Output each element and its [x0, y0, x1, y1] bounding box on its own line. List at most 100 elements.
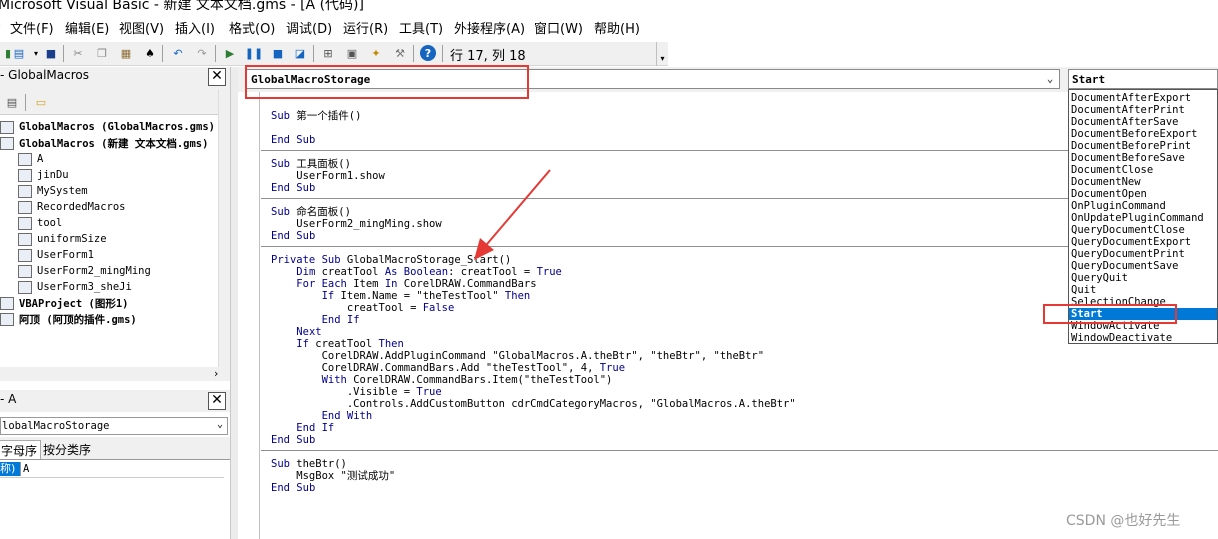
save-icon[interactable]: ■ [43, 45, 59, 61]
menu-debug[interactable]: 调试(D) [286, 18, 332, 37]
code-line[interactable]: Sub 命名面板() [271, 206, 351, 218]
property-name[interactable]: 称) [0, 462, 20, 476]
code-line[interactable]: End Sub [271, 230, 315, 242]
chevron-down-icon[interactable]: ▾ [28, 45, 44, 61]
tree-item[interactable]: GlobalMacros (GlobalMacros.gms) [0, 119, 215, 135]
chevron-right-icon[interactable]: › [214, 367, 218, 380]
tab-alphabetic[interactable]: 字母序 [0, 440, 42, 460]
procedure-list-item[interactable]: OnUpdatePluginCommand [1069, 212, 1217, 224]
tree-item[interactable]: MySystem [18, 183, 88, 199]
procedure-list-item[interactable]: DocumentBeforePrint [1069, 140, 1217, 152]
run-icon[interactable]: ▶ [222, 45, 238, 61]
code-line[interactable]: Dim creatTool As Boolean: creatTool = Tr… [271, 266, 562, 278]
code-line[interactable]: If Item.Name = "theTestTool" Then [271, 290, 531, 302]
paste-icon[interactable]: ▦ [118, 45, 134, 61]
project-explorer-icon[interactable]: ⊞ [320, 45, 336, 61]
code-line[interactable]: Next [271, 326, 321, 338]
procedure-list-item[interactable]: WindowDeactivate [1069, 332, 1217, 343]
design-mode-icon[interactable]: ◪ [292, 45, 308, 61]
undo-icon[interactable]: ↶ [170, 45, 186, 61]
code-line[interactable]: .Controls.AddCustomButton cdrCmdCategory… [271, 398, 796, 410]
menu-insert[interactable]: 插入(I) [175, 18, 215, 37]
menu-addins[interactable]: 外接程序(A) [454, 18, 525, 37]
redo-icon[interactable]: ↷ [194, 45, 210, 61]
procedure-list-item[interactable]: DocumentBeforeSave [1069, 152, 1217, 164]
copy-icon[interactable]: ❐ [94, 45, 110, 61]
project-vertical-scrollbar[interactable] [218, 89, 230, 367]
code-line[interactable]: If creatTool Then [271, 338, 404, 350]
procedure-list-item[interactable]: DocumentClose [1069, 164, 1217, 176]
code-line[interactable]: End Sub [271, 182, 315, 194]
procedure-list-item[interactable]: QueryDocumentClose [1069, 224, 1217, 236]
menu-edit[interactable]: 编辑(E) [65, 18, 109, 37]
code-line[interactable]: Sub 第一个插件() [271, 110, 361, 122]
toolbox-icon[interactable]: ⚒ [392, 45, 408, 61]
find-icon[interactable]: ♠ [142, 45, 158, 61]
procedure-select[interactable]: Start [1068, 69, 1218, 89]
code-line[interactable]: CorelDRAW.CommandBars.Add "theTestTool",… [271, 362, 625, 374]
tab-categorized[interactable]: 按分类序 [40, 440, 94, 459]
code-line[interactable]: Sub 工具面板() [271, 158, 351, 170]
cut-icon[interactable]: ✂ [70, 45, 86, 61]
procedure-list-item[interactable]: DocumentOpen [1069, 188, 1217, 200]
procedure-list-item[interactable]: DocumentBeforeExport [1069, 128, 1217, 140]
menu-view[interactable]: 视图(V) [119, 18, 164, 37]
procedure-list-item[interactable]: OnPluginCommand [1069, 200, 1217, 212]
tree-item[interactable]: uniformSize [18, 231, 107, 247]
procedure-list-item[interactable]: DocumentAfterPrint [1069, 104, 1217, 116]
tree-item[interactable]: GlobalMacros (新建 文本文档.gms) [0, 135, 208, 151]
object-browser-icon[interactable]: ✦ [368, 45, 384, 61]
view-object-icon[interactable]: ▤ [4, 94, 20, 110]
menu-help[interactable]: 帮助(H) [594, 18, 640, 37]
tree-item[interactable]: UserForm2_mingMing [18, 263, 151, 279]
pane-splitter[interactable] [230, 67, 238, 539]
code-line[interactable]: UserForm1.show [271, 170, 385, 182]
tree-item[interactable]: VBAProject (图形1) [0, 295, 129, 311]
tree-item[interactable]: RecordedMacros [18, 199, 126, 215]
tree-item[interactable]: jinDu [18, 167, 69, 183]
procedure-list-item[interactable]: DocumentAfterExport [1069, 92, 1217, 104]
tree-item[interactable]: UserForm1 [18, 247, 94, 263]
tree-item[interactable]: 阿顶 (阿顶的插件.gms) [0, 311, 137, 327]
code-line[interactable]: End If [271, 314, 360, 326]
properties-icon[interactable]: ▣ [344, 45, 360, 61]
properties-object-select[interactable]: lobalMacroStorage ⌄ [0, 417, 228, 435]
break-icon[interactable]: ❚❚ [245, 45, 263, 61]
toolbar-options[interactable]: ▾ [656, 42, 667, 66]
tree-item[interactable]: UserForm3_sheJi [18, 279, 132, 295]
reset-icon[interactable]: ■ [270, 45, 286, 61]
code-line[interactable]: CorelDRAW.AddPluginCommand "GlobalMacros… [271, 350, 765, 362]
code-line[interactable]: With CorelDRAW.CommandBars.Item("theTest… [271, 374, 613, 386]
procedure-list-item[interactable]: QueryDocumentSave [1069, 260, 1217, 272]
chevron-down-icon[interactable]: ⌄ [217, 419, 223, 430]
code-line[interactable]: UserForm2_mingMing.show [271, 218, 441, 230]
code-line[interactable]: .Visible = True [271, 386, 442, 398]
procedure-list-item[interactable]: Quit [1069, 284, 1217, 296]
procedure-list-item[interactable]: QueryDocumentExport [1069, 236, 1217, 248]
insert-userform-icon[interactable]: ▤ [11, 45, 27, 61]
code-line[interactable]: End With [271, 410, 373, 422]
procedure-list-item[interactable]: QueryDocumentPrint [1069, 248, 1217, 260]
help-icon[interactable]: ? [420, 45, 436, 61]
code-line[interactable]: MsgBox "测试成功" [271, 470, 395, 482]
menu-run[interactable]: 运行(R) [343, 18, 388, 37]
tree-item[interactable]: tool [18, 215, 62, 231]
menu-format[interactable]: 格式(O) [229, 18, 275, 37]
code-line[interactable]: End Sub [271, 482, 315, 494]
code-line[interactable]: End Sub [271, 434, 315, 446]
code-line[interactable]: Sub theBtr() [271, 458, 347, 470]
code-line[interactable]: End If [271, 422, 334, 434]
menu-window[interactable]: 窗口(W) [534, 18, 583, 37]
chevron-down-icon[interactable]: ▾ [659, 55, 666, 63]
procedure-list-item[interactable]: DocumentNew [1069, 176, 1217, 188]
toggle-folders-icon[interactable]: ▭ [33, 94, 49, 110]
code-line[interactable]: End Sub [271, 134, 315, 146]
tree-item[interactable]: A [18, 151, 43, 167]
chevron-down-icon[interactable]: ⌄ [1043, 71, 1057, 87]
procedure-list-item[interactable]: DocumentAfterSave [1069, 116, 1217, 128]
close-icon[interactable]: ✕ [208, 392, 226, 410]
menu-system[interactable]: - [0, 18, 1, 33]
project-horizontal-scrollbar[interactable]: › [0, 367, 230, 381]
procedure-list-item[interactable]: QueryQuit [1069, 272, 1217, 284]
close-icon[interactable]: ✕ [208, 68, 226, 86]
